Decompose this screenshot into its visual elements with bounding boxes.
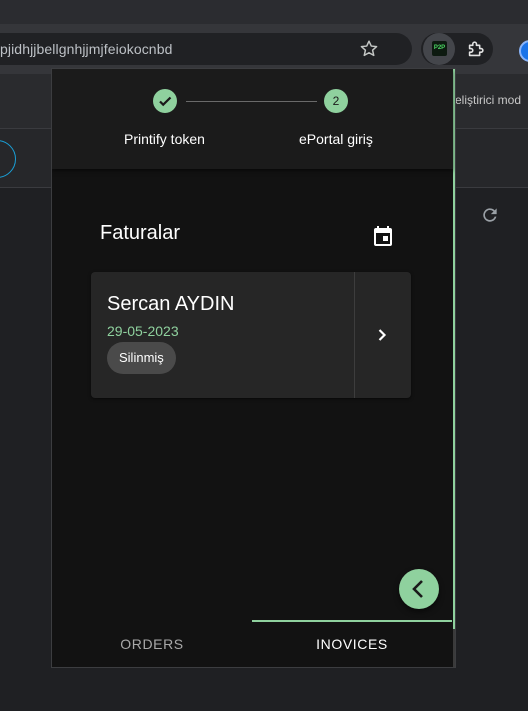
card-divider — [354, 272, 355, 398]
refresh-icon[interactable] — [480, 205, 500, 225]
calendar-icon[interactable] — [371, 224, 395, 248]
invoice-customer-name: Sercan AYDIN — [107, 293, 235, 315]
extensions-puzzle-icon[interactable] — [465, 38, 487, 60]
step-completed-check-icon[interactable] — [153, 89, 177, 113]
address-bar[interactable]: pjidhjjbellgnhjjmjfeiokocnbd — [0, 33, 412, 65]
tab-invoices[interactable]: INOVICES — [252, 620, 452, 667]
step-label-eportal-login[interactable]: ePortal giriş — [299, 131, 373, 147]
p2p-extension-icon: P2P — [432, 41, 447, 56]
bottom-tabs: ORDERS INOVICES — [52, 620, 453, 667]
address-bar-url[interactable]: pjidhjjbellgnhjjmjfeiokocnbd — [0, 41, 172, 57]
invoices-heading: Faturalar — [100, 222, 181, 244]
browser-tab-strip — [0, 0, 528, 24]
stepper: 2 Printify token ePortal giriş — [52, 69, 453, 169]
step-label-printify-token[interactable]: Printify token — [124, 131, 205, 147]
chevron-left-icon — [412, 580, 423, 598]
invoice-status-chip: Silinmiş — [107, 342, 176, 374]
chevron-right-icon[interactable] — [370, 323, 394, 347]
tab-orders[interactable]: ORDERS — [52, 620, 252, 667]
bookmark-star-icon[interactable] — [358, 38, 380, 60]
popup-scrollbar-end — [453, 629, 455, 667]
developer-mode-label: eliştirici mod — [455, 93, 522, 107]
p2p-extension-button[interactable]: P2P — [423, 33, 455, 65]
step-connector — [186, 101, 317, 102]
extension-popup: 2 Printify token ePortal giriş Faturalar… — [51, 68, 456, 668]
invoice-card[interactable]: Sercan AYDIN 29-05-2023 Silinmiş — [91, 272, 411, 398]
step-number-badge[interactable]: 2 — [324, 89, 348, 113]
back-fab-button[interactable] — [399, 569, 439, 609]
invoice-date: 29-05-2023 — [107, 323, 179, 339]
extensions-group: P2P — [421, 33, 493, 65]
browser-toolbar: pjidhjjbellgnhjjmjfeiokocnbd P2P — [0, 24, 528, 74]
popup-scrollbar-track[interactable] — [453, 69, 455, 629]
